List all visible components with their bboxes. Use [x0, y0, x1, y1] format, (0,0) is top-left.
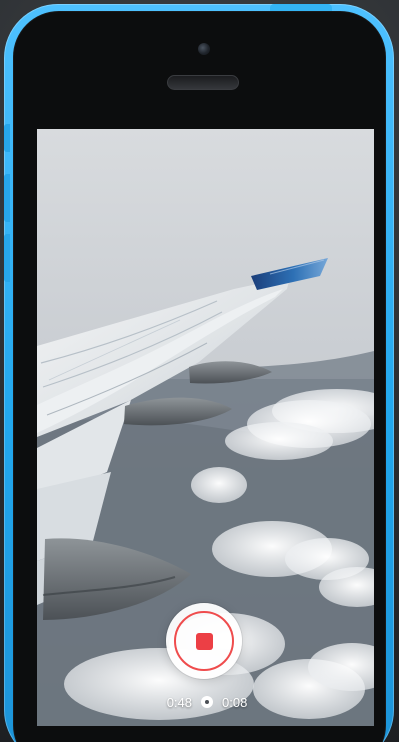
device-mockup: 0:48 0:08	[0, 0, 399, 742]
record-stop-button[interactable]	[166, 603, 242, 679]
mute-switch	[4, 124, 10, 152]
front-camera	[198, 43, 210, 55]
stop-icon	[195, 632, 213, 650]
dot-icon	[201, 696, 213, 708]
recording-timer: 0:48 0:08	[152, 692, 262, 712]
earpiece-speaker	[167, 75, 239, 90]
remaining-time: 0:08	[222, 694, 248, 710]
volume-up-button	[4, 174, 10, 222]
elapsed-time: 0:48	[166, 694, 192, 710]
volume-down-button	[4, 234, 10, 282]
record-ring	[174, 611, 234, 671]
